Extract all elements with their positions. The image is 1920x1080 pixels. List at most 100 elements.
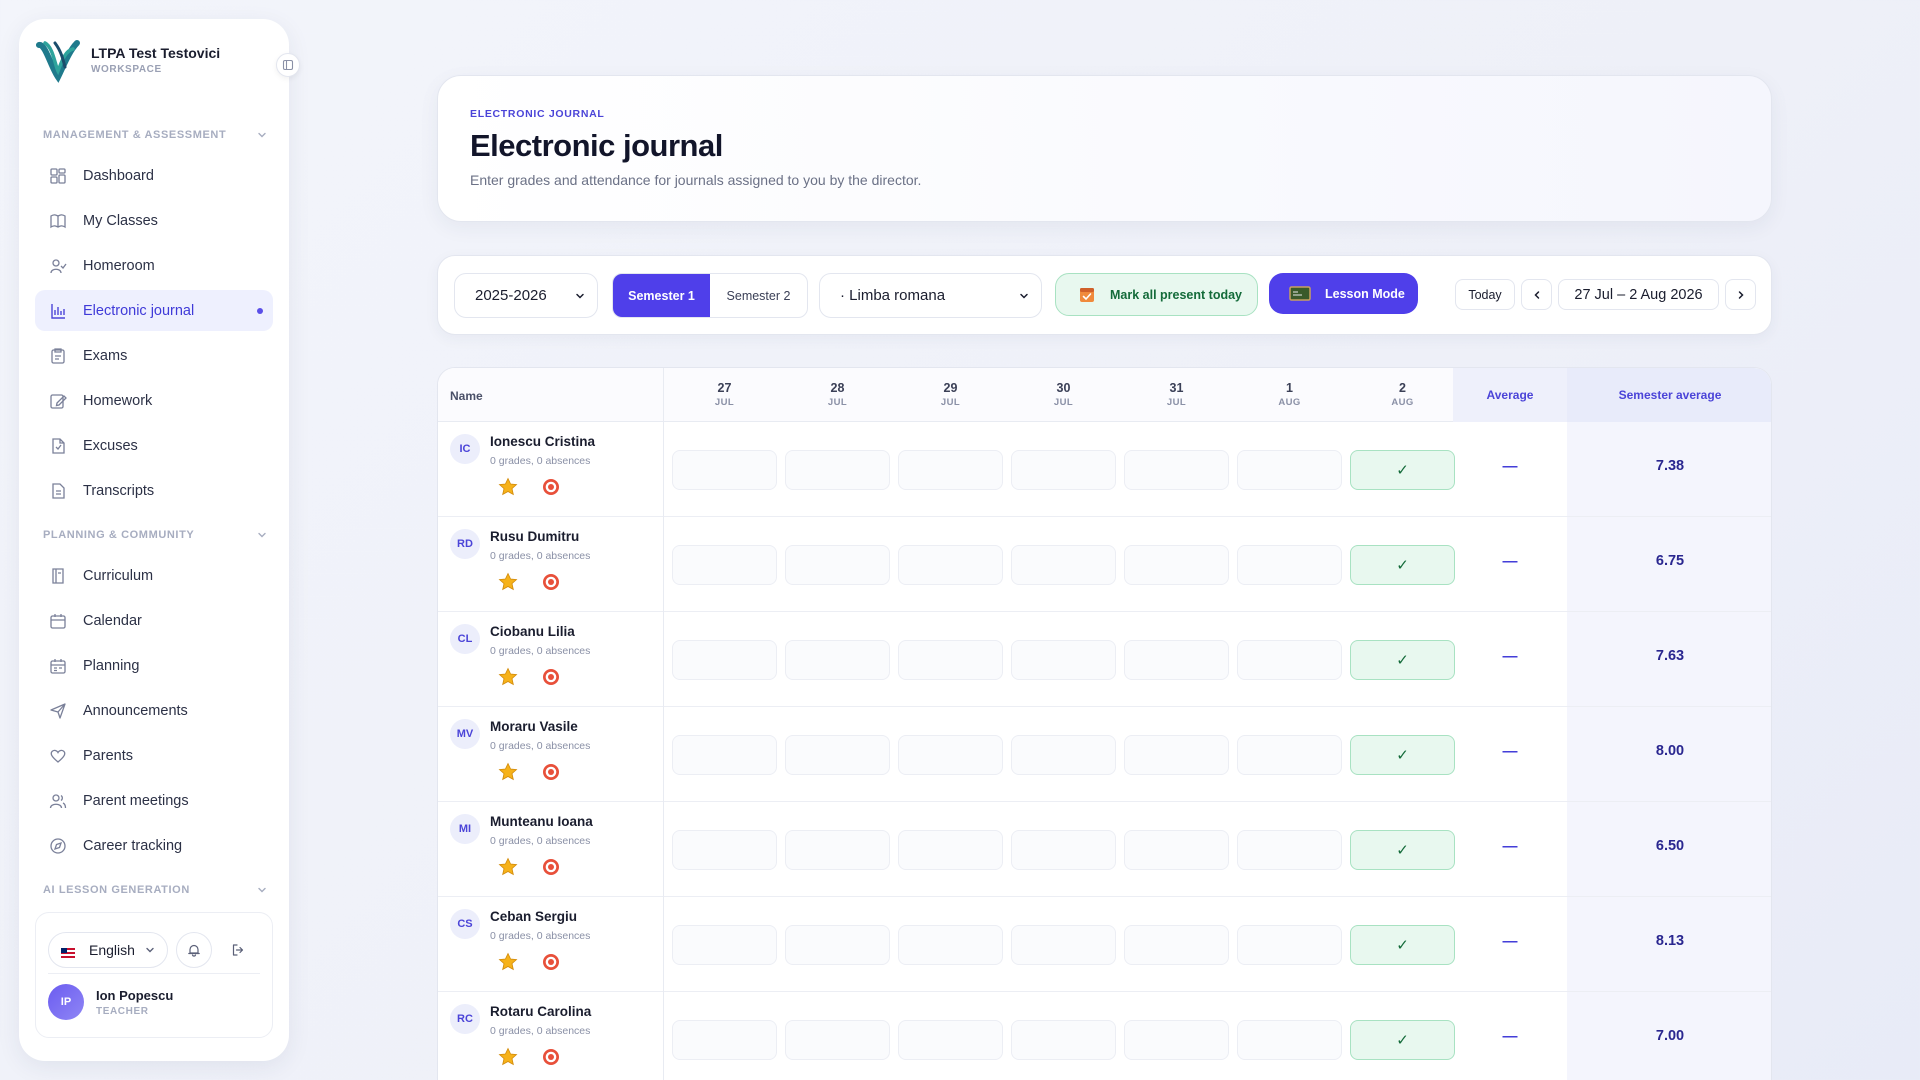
lesson-mode-button[interactable]: Lesson Mode	[1269, 273, 1418, 314]
target-icon[interactable]	[541, 477, 561, 497]
grade-cell[interactable]	[672, 1020, 777, 1060]
grade-cell[interactable]	[672, 450, 777, 490]
grade-cell[interactable]	[672, 735, 777, 775]
student-name[interactable]: Ceban Sergiu	[490, 909, 577, 924]
sidebar-item-career-tracking[interactable]: Career tracking	[35, 825, 273, 866]
sidebar-item-dashboard[interactable]: Dashboard	[35, 155, 273, 196]
grade-cell[interactable]	[1011, 735, 1116, 775]
attendance-cell-present[interactable]: ✓	[1350, 925, 1455, 965]
grade-cell[interactable]	[1011, 545, 1116, 585]
sidebar-item-homework[interactable]: Homework	[35, 380, 273, 421]
star-icon[interactable]	[498, 1047, 518, 1067]
star-icon[interactable]	[498, 857, 518, 877]
grade-cell[interactable]	[1124, 640, 1229, 680]
grade-cell[interactable]	[898, 1020, 1003, 1060]
grade-cell[interactable]	[1237, 640, 1342, 680]
grade-cell[interactable]	[898, 830, 1003, 870]
grade-cell[interactable]	[1124, 925, 1229, 965]
sidebar-item-parents[interactable]: Parents	[35, 735, 273, 776]
grade-cell[interactable]	[1237, 925, 1342, 965]
sidebar-item-announcements[interactable]: Announcements	[35, 690, 273, 731]
grade-cell[interactable]	[1237, 450, 1342, 490]
date-range-display[interactable]: 27 Jul – 2 Aug 2026	[1558, 279, 1719, 310]
student-name[interactable]: Munteanu Ioana	[490, 814, 593, 829]
notifications-button[interactable]	[175, 932, 212, 968]
subject-select[interactable]: · Limba romana	[819, 273, 1042, 318]
sidebar-item-homeroom[interactable]: Homeroom	[35, 245, 273, 286]
grade-cell[interactable]	[785, 545, 890, 585]
section-planning-and-community[interactable]: PLANNING & COMMUNITY	[35, 515, 273, 555]
grade-cell[interactable]	[1011, 925, 1116, 965]
grade-cell[interactable]	[898, 640, 1003, 680]
grade-cell[interactable]	[898, 545, 1003, 585]
grade-cell[interactable]	[1011, 830, 1116, 870]
language-selector[interactable]: English	[48, 932, 168, 968]
student-name[interactable]: Rotaru Carolina	[490, 1004, 591, 1019]
grade-cell[interactable]	[898, 925, 1003, 965]
target-icon[interactable]	[541, 1047, 561, 1067]
brand[interactable]: LTPA Test Testovici WORKSPACE	[35, 37, 220, 83]
sidebar-item-calendar[interactable]: Calendar	[35, 600, 273, 641]
sidebar-item-parent-meetings[interactable]: Parent meetings	[35, 780, 273, 821]
grade-cell[interactable]	[898, 450, 1003, 490]
next-week-button[interactable]	[1725, 279, 1756, 310]
grade-cell[interactable]	[672, 545, 777, 585]
student-name[interactable]: Moraru Vasile	[490, 719, 578, 734]
star-icon[interactable]	[498, 952, 518, 972]
section-ai-lesson-generation[interactable]: AI LESSON GENERATION	[35, 870, 273, 910]
sidebar-item-my-classes[interactable]: My Classes	[35, 200, 273, 241]
attendance-cell-present[interactable]: ✓	[1350, 1020, 1455, 1060]
semester-1-tab[interactable]: Semester 1	[613, 274, 710, 317]
grade-cell[interactable]	[1237, 545, 1342, 585]
grade-cell[interactable]	[672, 640, 777, 680]
attendance-cell-present[interactable]: ✓	[1350, 545, 1455, 585]
grade-cell[interactable]	[1011, 1020, 1116, 1060]
student-name[interactable]: Rusu Dumitru	[490, 529, 579, 544]
grade-cell[interactable]	[1237, 1020, 1342, 1060]
grade-cell[interactable]	[1124, 735, 1229, 775]
grade-cell[interactable]	[1011, 640, 1116, 680]
star-icon[interactable]	[498, 667, 518, 687]
grade-cell[interactable]	[785, 450, 890, 490]
target-icon[interactable]	[541, 952, 561, 972]
student-name[interactable]: Ionescu Cristina	[490, 434, 595, 449]
grade-cell[interactable]	[785, 925, 890, 965]
target-icon[interactable]	[541, 572, 561, 592]
grade-cell[interactable]	[1124, 450, 1229, 490]
grade-cell[interactable]	[785, 640, 890, 680]
sidebar-item-curriculum[interactable]: Curriculum	[35, 555, 273, 596]
school-year-select[interactable]: 2025-2026	[454, 273, 598, 318]
grade-cell[interactable]	[672, 830, 777, 870]
target-icon[interactable]	[541, 857, 561, 877]
grade-cell[interactable]	[1124, 830, 1229, 870]
grade-cell[interactable]	[1237, 735, 1342, 775]
grade-cell[interactable]	[1237, 830, 1342, 870]
attendance-cell-present[interactable]: ✓	[1350, 640, 1455, 680]
previous-week-button[interactable]	[1521, 279, 1552, 310]
sidebar-item-exams[interactable]: Exams	[35, 335, 273, 376]
star-icon[interactable]	[498, 762, 518, 782]
grade-cell[interactable]	[898, 735, 1003, 775]
grade-cell[interactable]	[785, 735, 890, 775]
sidebar-item-planning[interactable]: Planning	[35, 645, 273, 686]
student-name[interactable]: Ciobanu Lilia	[490, 624, 575, 639]
collapse-sidebar-button[interactable]	[276, 53, 300, 77]
mark-all-present-button[interactable]: Mark all present today	[1055, 273, 1258, 316]
grade-cell[interactable]	[1124, 1020, 1229, 1060]
sidebar-item-transcripts[interactable]: Transcripts	[35, 470, 273, 511]
today-button[interactable]: Today	[1455, 279, 1515, 310]
grade-cell[interactable]	[672, 925, 777, 965]
target-icon[interactable]	[541, 762, 561, 782]
grade-cell[interactable]	[1011, 450, 1116, 490]
grade-cell[interactable]	[785, 1020, 890, 1060]
attendance-cell-present[interactable]: ✓	[1350, 830, 1455, 870]
star-icon[interactable]	[498, 572, 518, 592]
attendance-cell-present[interactable]: ✓	[1350, 735, 1455, 775]
section-management-and-assessment[interactable]: MANAGEMENT & ASSESSMENT	[35, 115, 273, 155]
logout-button[interactable]	[226, 938, 250, 962]
target-icon[interactable]	[541, 667, 561, 687]
sidebar-item-excuses[interactable]: Excuses	[35, 425, 273, 466]
grade-cell[interactable]	[1124, 545, 1229, 585]
star-icon[interactable]	[498, 477, 518, 497]
grade-cell[interactable]	[785, 830, 890, 870]
